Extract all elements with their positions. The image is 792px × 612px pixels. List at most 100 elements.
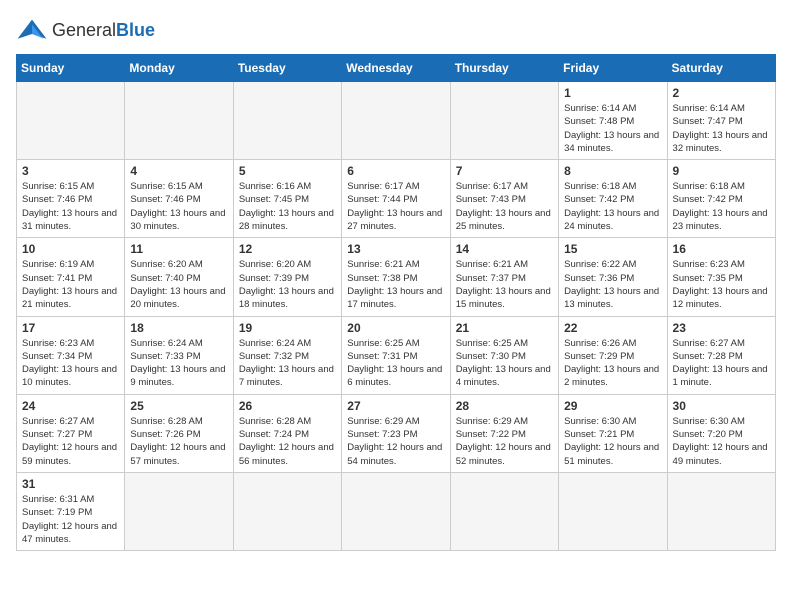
calendar-week-row: 1Sunrise: 6:14 AM Sunset: 7:48 PM Daylig…: [17, 82, 776, 160]
calendar-cell: 17Sunrise: 6:23 AM Sunset: 7:34 PM Dayli…: [17, 316, 125, 394]
calendar-cell: [342, 82, 450, 160]
day-number: 30: [673, 399, 770, 413]
day-info: Sunrise: 6:24 AM Sunset: 7:32 PM Dayligh…: [239, 337, 336, 390]
day-info: Sunrise: 6:14 AM Sunset: 7:47 PM Dayligh…: [673, 102, 770, 155]
calendar-cell: 1Sunrise: 6:14 AM Sunset: 7:48 PM Daylig…: [559, 82, 667, 160]
day-info: Sunrise: 6:31 AM Sunset: 7:19 PM Dayligh…: [22, 493, 119, 546]
day-number: 10: [22, 242, 119, 256]
day-number: 22: [564, 321, 661, 335]
day-info: Sunrise: 6:30 AM Sunset: 7:21 PM Dayligh…: [564, 415, 661, 468]
calendar-cell: [667, 472, 775, 550]
header-tuesday: Tuesday: [233, 55, 341, 82]
calendar-cell: [342, 472, 450, 550]
calendar-cell: 24Sunrise: 6:27 AM Sunset: 7:27 PM Dayli…: [17, 394, 125, 472]
day-info: Sunrise: 6:25 AM Sunset: 7:30 PM Dayligh…: [456, 337, 553, 390]
day-number: 4: [130, 164, 227, 178]
calendar-cell: 18 Sunrise: 6:24 AM Sunset: 7:33 PM Dayli…: [125, 316, 233, 394]
day-info: Sunrise: 6:17 AM Sunset: 7:44 PM Dayligh…: [347, 180, 444, 233]
calendar-cell: 25 Sunrise: 6:28 AM Sunset: 7:26 PM Dayli…: [125, 394, 233, 472]
calendar-week-row: 17Sunrise: 6:23 AM Sunset: 7:34 PM Dayli…: [17, 316, 776, 394]
calendar-cell: 29 Sunrise: 6:30 AM Sunset: 7:21 PM Dayli…: [559, 394, 667, 472]
day-info: Sunrise: 6:20 AM Sunset: 7:39 PM Dayligh…: [239, 258, 336, 311]
day-info: Sunrise: 6:23 AM Sunset: 7:35 PM Dayligh…: [673, 258, 770, 311]
calendar-cell: 14 Sunrise: 6:21 AM Sunset: 7:37 PM Dayli…: [450, 238, 558, 316]
day-number: 26: [239, 399, 336, 413]
header-wednesday: Wednesday: [342, 55, 450, 82]
calendar-cell: 3Sunrise: 6:15 AM Sunset: 7:46 PM Daylig…: [17, 160, 125, 238]
page-header: GeneralBlue: [16, 16, 776, 44]
day-number: 2: [673, 86, 770, 100]
day-number: 25: [130, 399, 227, 413]
calendar-cell: 10 Sunrise: 6:19 AM Sunset: 7:41 PM Dayli…: [17, 238, 125, 316]
day-number: 6: [347, 164, 444, 178]
day-number: 24: [22, 399, 119, 413]
day-info: Sunrise: 6:19 AM Sunset: 7:41 PM Dayligh…: [22, 258, 119, 311]
calendar-cell: [125, 82, 233, 160]
calendar-table: SundayMondayTuesdayWednesdayThursdayFrid…: [16, 54, 776, 551]
day-number: 20: [347, 321, 444, 335]
calendar-cell: 31 Sunrise: 6:31 AM Sunset: 7:19 PM Dayli…: [17, 472, 125, 550]
day-number: 12: [239, 242, 336, 256]
calendar-cell: 21 Sunrise: 6:25 AM Sunset: 7:30 PM Dayli…: [450, 316, 558, 394]
calendar-cell: 26 Sunrise: 6:28 AM Sunset: 7:24 PM Dayli…: [233, 394, 341, 472]
logo-text: GeneralBlue: [52, 20, 155, 41]
day-number: 29: [564, 399, 661, 413]
day-number: 16: [673, 242, 770, 256]
calendar-cell: 27Sunrise: 6:29 AM Sunset: 7:23 PM Dayli…: [342, 394, 450, 472]
day-number: 1: [564, 86, 661, 100]
calendar-week-row: 24Sunrise: 6:27 AM Sunset: 7:27 PM Dayli…: [17, 394, 776, 472]
calendar-cell: 16 Sunrise: 6:23 AM Sunset: 7:35 PM Dayli…: [667, 238, 775, 316]
calendar-cell: 5 Sunrise: 6:16 AM Sunset: 7:45 PM Daylig…: [233, 160, 341, 238]
calendar-cell: 30 Sunrise: 6:30 AM Sunset: 7:20 PM Dayli…: [667, 394, 775, 472]
calendar-cell: [450, 82, 558, 160]
calendar-cell: 19 Sunrise: 6:24 AM Sunset: 7:32 PM Dayli…: [233, 316, 341, 394]
calendar-week-row: 3 Sunrise: 6:15 AM Sunset: 7:46 PM Daylig…: [17, 160, 776, 238]
day-number: 19: [239, 321, 336, 335]
calendar-week-row: 10 Sunrise: 6:19 AM Sunset: 7:41 PM Dayli…: [17, 238, 776, 316]
day-number: 18: [130, 321, 227, 335]
day-number: 5: [239, 164, 336, 178]
day-number: 7: [456, 164, 553, 178]
day-info: Sunrise: 6:30 AM Sunset: 7:20 PM Dayligh…: [673, 415, 770, 468]
day-info: Sunrise: 6:23 AM Sunset: 7:34 PM Dayligh…: [22, 337, 119, 390]
day-number: 14: [456, 242, 553, 256]
calendar-cell: [559, 472, 667, 550]
calendar-cell: 12 Sunrise: 6:20 AM Sunset: 7:39 PM Dayli…: [233, 238, 341, 316]
day-info: Sunrise: 6:17 AM Sunset: 7:43 PM Dayligh…: [456, 180, 553, 233]
day-info: Sunrise: 6:15 AM Sunset: 7:46 PM Dayligh…: [130, 180, 227, 233]
calendar-cell: 8Sunrise: 6:18 AM Sunset: 7:42 PM Daylig…: [559, 160, 667, 238]
day-info: Sunrise: 6:21 AM Sunset: 7:37 PM Dayligh…: [456, 258, 553, 311]
day-number: 23: [673, 321, 770, 335]
day-info: Sunrise: 6:27 AM Sunset: 7:28 PM Dayligh…: [673, 337, 770, 390]
calendar-cell: [450, 472, 558, 550]
header-monday: Monday: [125, 55, 233, 82]
calendar-cell: 11 Sunrise: 6:20 AM Sunset: 7:40 PM Dayli…: [125, 238, 233, 316]
calendar-cell: 20Sunrise: 6:25 AM Sunset: 7:31 PM Dayli…: [342, 316, 450, 394]
calendar-cell: 22 Sunrise: 6:26 AM Sunset: 7:29 PM Dayli…: [559, 316, 667, 394]
logo-icon: [16, 16, 48, 44]
calendar-cell: 6 Sunrise: 6:17 AM Sunset: 7:44 PM Daylig…: [342, 160, 450, 238]
calendar-cell: [125, 472, 233, 550]
day-info: Sunrise: 6:26 AM Sunset: 7:29 PM Dayligh…: [564, 337, 661, 390]
calendar-cell: 15 Sunrise: 6:22 AM Sunset: 7:36 PM Dayli…: [559, 238, 667, 316]
day-info: Sunrise: 6:20 AM Sunset: 7:40 PM Dayligh…: [130, 258, 227, 311]
calendar-cell: 13Sunrise: 6:21 AM Sunset: 7:38 PM Dayli…: [342, 238, 450, 316]
day-info: Sunrise: 6:28 AM Sunset: 7:24 PM Dayligh…: [239, 415, 336, 468]
day-number: 31: [22, 477, 119, 491]
calendar-cell: [233, 82, 341, 160]
day-number: 11: [130, 242, 227, 256]
calendar-week-row: 31 Sunrise: 6:31 AM Sunset: 7:19 PM Dayli…: [17, 472, 776, 550]
day-number: 28: [456, 399, 553, 413]
logo: GeneralBlue: [16, 16, 155, 44]
day-info: Sunrise: 6:21 AM Sunset: 7:38 PM Dayligh…: [347, 258, 444, 311]
header-thursday: Thursday: [450, 55, 558, 82]
day-number: 3: [22, 164, 119, 178]
day-number: 15: [564, 242, 661, 256]
day-info: Sunrise: 6:28 AM Sunset: 7:26 PM Dayligh…: [130, 415, 227, 468]
day-info: Sunrise: 6:22 AM Sunset: 7:36 PM Dayligh…: [564, 258, 661, 311]
day-info: Sunrise: 6:16 AM Sunset: 7:45 PM Dayligh…: [239, 180, 336, 233]
day-number: 8: [564, 164, 661, 178]
day-number: 21: [456, 321, 553, 335]
calendar-cell: 23 Sunrise: 6:27 AM Sunset: 7:28 PM Dayli…: [667, 316, 775, 394]
day-info: Sunrise: 6:24 AM Sunset: 7:33 PM Dayligh…: [130, 337, 227, 390]
